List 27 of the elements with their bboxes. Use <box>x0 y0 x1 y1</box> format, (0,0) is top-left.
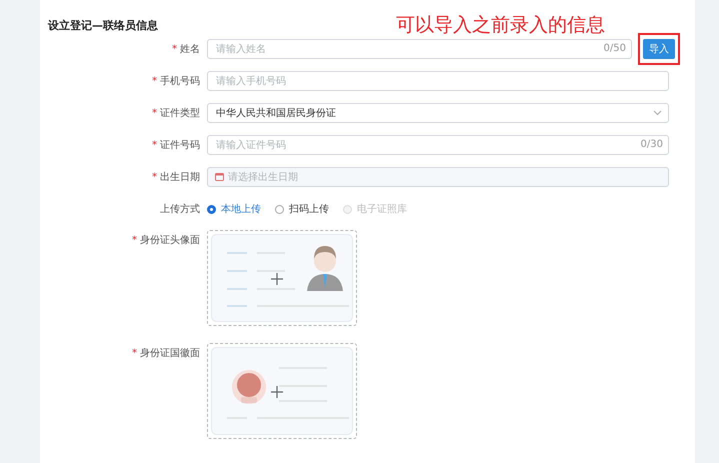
required-mark: * <box>152 76 157 87</box>
character-counter: 0/50 <box>604 43 626 54</box>
form-title: 设立登记—联络员信息 <box>48 18 158 33</box>
required-mark: * <box>172 44 177 55</box>
date-field[interactable]: 请选择出生日期 <box>207 167 669 187</box>
field-label: 身份证头像面 <box>140 235 200 246</box>
required-mark: * <box>152 172 157 183</box>
field-label: 手机号码 <box>160 76 200 87</box>
annotation-text: 可以导入之前录入的信息 <box>396 13 605 38</box>
required-mark: * <box>152 108 157 119</box>
character-counter: 0/30 <box>640 139 663 150</box>
input-field[interactable]: 请输入手机号码 <box>207 71 669 91</box>
radio-option[interactable]: 扫码上传 <box>275 202 329 216</box>
field-label: 出生日期 <box>160 172 200 183</box>
field-label: 姓名 <box>180 44 200 55</box>
field-label: 上传方式 <box>160 204 200 215</box>
field-label: 身份证国徽面 <box>140 348 200 359</box>
calendar-icon <box>215 172 224 181</box>
field-label: 证件号码 <box>160 140 200 151</box>
select-field[interactable]: 中华人民共和国居民身份证 <box>207 103 669 123</box>
field-label: 证件类型 <box>160 108 200 119</box>
required-mark: * <box>132 348 137 359</box>
import-button[interactable]: 导入 <box>643 39 675 59</box>
required-mark: * <box>152 140 157 151</box>
chevron-down-icon <box>653 110 662 116</box>
radio-option[interactable]: 本地上传 <box>207 202 261 216</box>
required-mark: * <box>132 235 137 246</box>
